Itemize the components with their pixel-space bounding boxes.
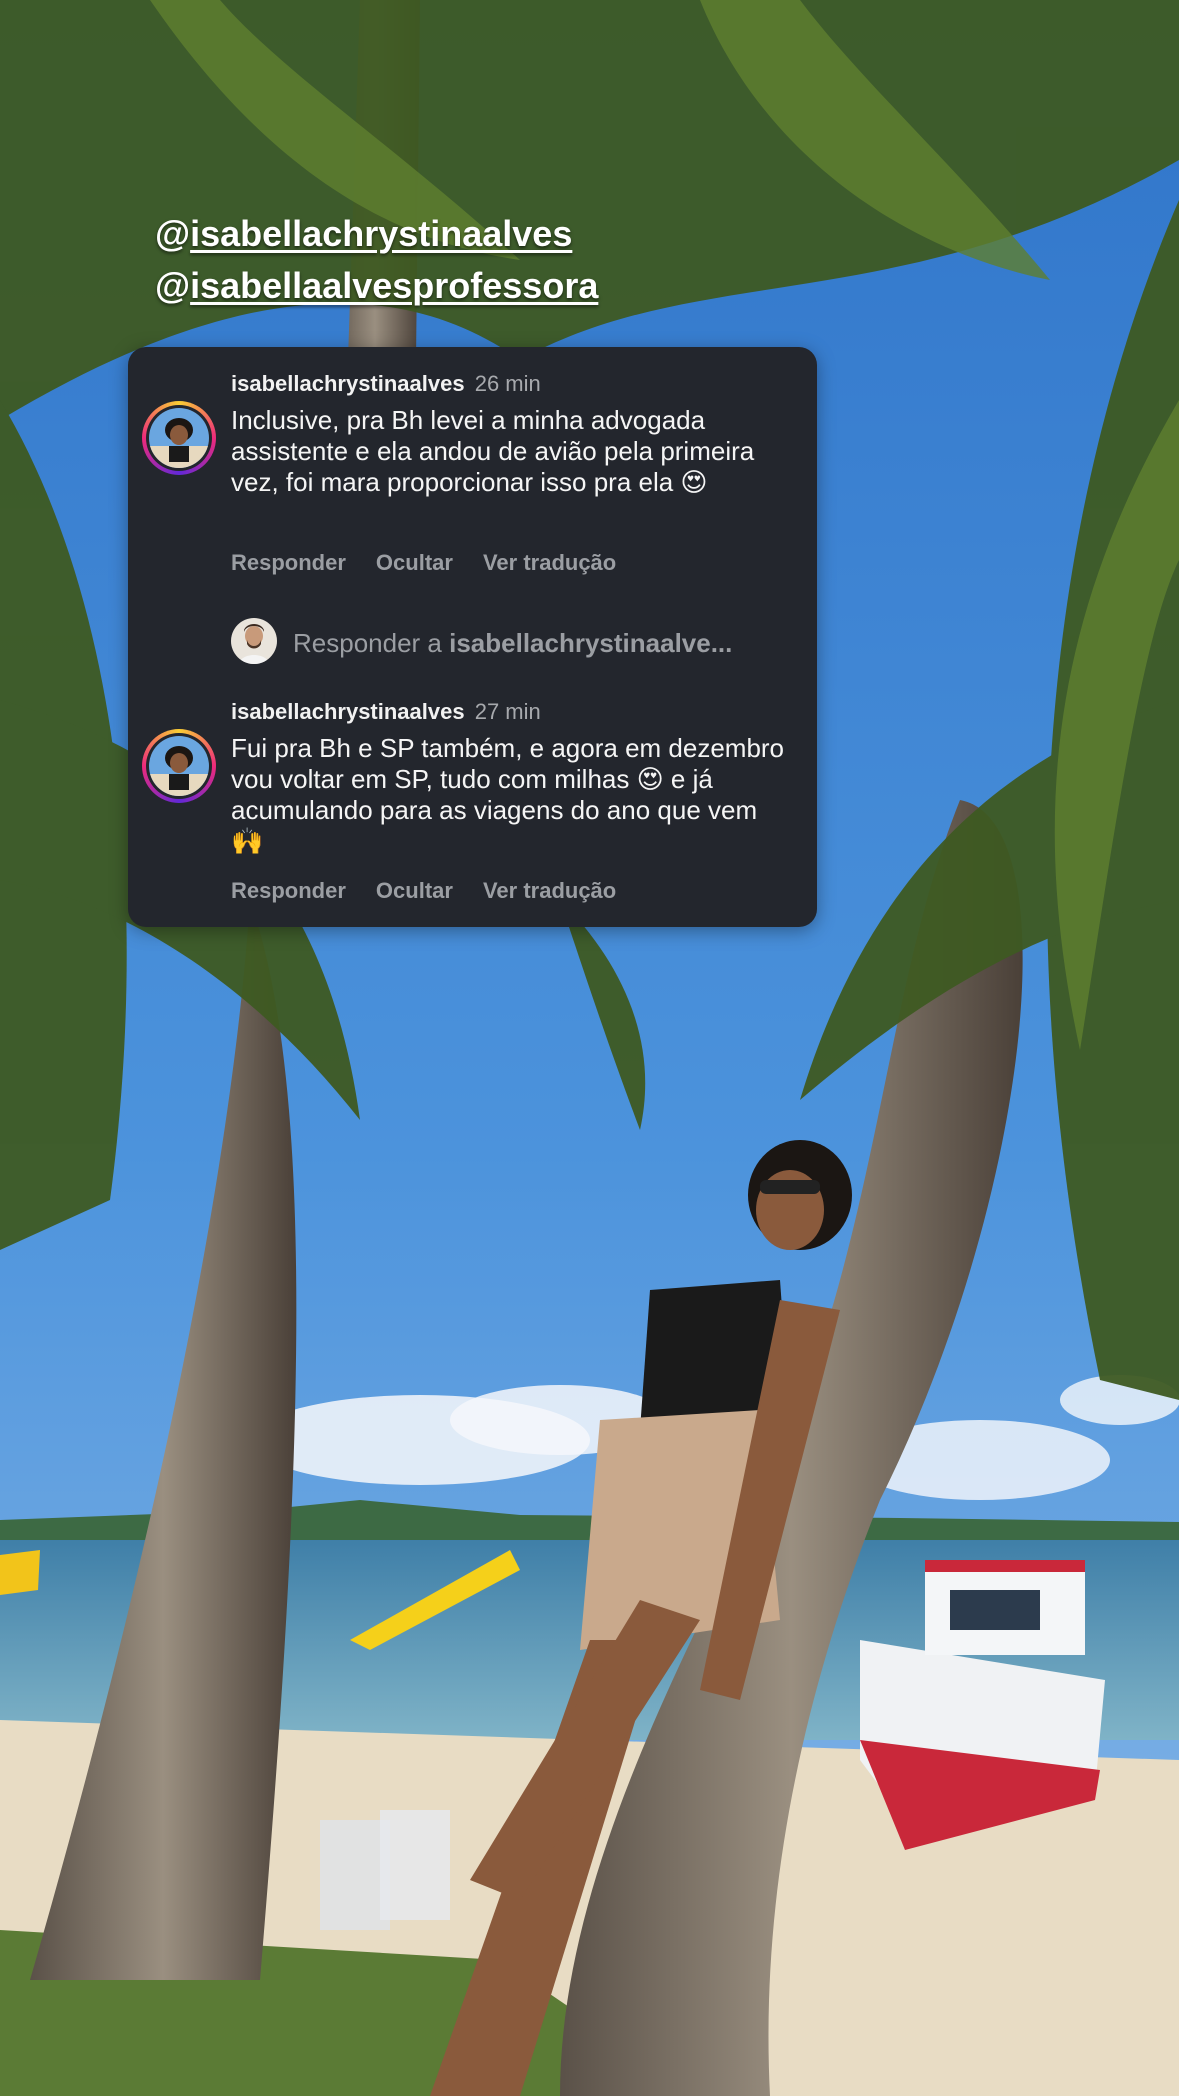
hide-button[interactable]: Ocultar bbox=[376, 878, 453, 903]
hide-button[interactable]: Ocultar bbox=[376, 550, 453, 575]
reply-input[interactable]: Responder a isabellachrystinaalve... bbox=[231, 618, 791, 664]
comment-timestamp: 27 min bbox=[474, 699, 541, 724]
comment-timestamp: 26 min bbox=[474, 371, 541, 396]
reply-button[interactable]: Responder bbox=[231, 550, 346, 575]
story-mentions: @isabellachrystinaalves @isabellaalvespr… bbox=[155, 208, 598, 312]
avatar bbox=[231, 618, 277, 664]
comment-header: isabellachrystinaalves 26 min bbox=[231, 371, 791, 397]
comment-text: Inclusive, pra Bh levei a minha advogada… bbox=[231, 405, 755, 497]
comment-username[interactable]: isabellachrystinaalves bbox=[231, 371, 465, 396]
comment-header: isabellachrystinaalves 27 min bbox=[231, 699, 791, 725]
mention-tag[interactable]: @isabellachrystinaalves bbox=[155, 208, 598, 260]
reply-button[interactable]: Responder bbox=[231, 878, 346, 903]
avatar[interactable] bbox=[142, 729, 216, 803]
avatar[interactable] bbox=[142, 401, 216, 475]
comment-text: Fui pra Bh e SP também, e agora em dezem… bbox=[231, 733, 785, 856]
reply-placeholder: Responder a isabellachrystinaalve... bbox=[293, 628, 733, 658]
comment-username[interactable]: isabellachrystinaalves bbox=[231, 699, 465, 724]
see-translation-button[interactable]: Ver tradução bbox=[483, 878, 616, 903]
mention-tag[interactable]: @isabellaalvesprofessora bbox=[155, 260, 598, 312]
story-background-photo bbox=[0, 0, 1179, 2096]
comment-actions: Responder Ocultar Ver tradução bbox=[231, 550, 646, 576]
comment-actions: Responder Ocultar Ver tradução bbox=[231, 878, 646, 904]
see-translation-button[interactable]: Ver tradução bbox=[483, 550, 616, 575]
comments-sticker: isabellachrystinaalves 26 min Inclusive,… bbox=[128, 347, 817, 927]
